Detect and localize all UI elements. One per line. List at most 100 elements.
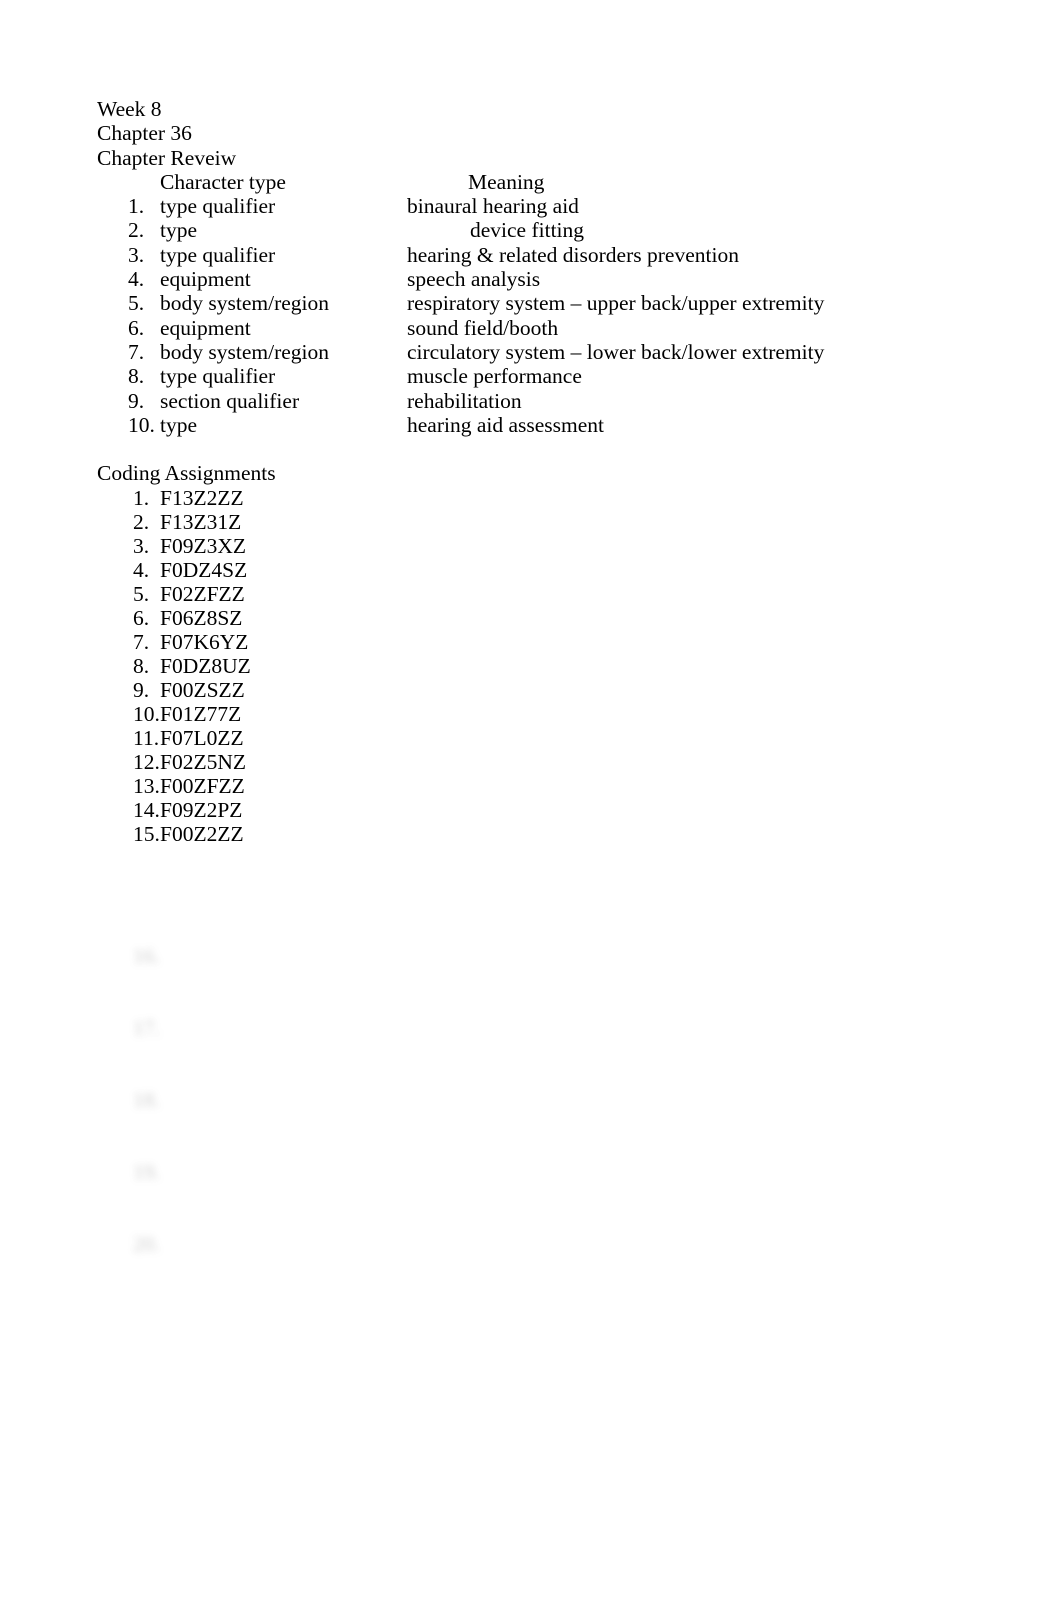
review-row-meaning: device fitting	[470, 218, 585, 243]
coding-item-code: F01Z77Z	[160, 701, 242, 726]
review-row-number: 3.	[128, 242, 145, 267]
review-row-number: 8.	[128, 364, 145, 389]
coding-item-number: 11.	[133, 725, 160, 750]
obscured-line	[97, 1384, 119, 1408]
review-row-meaning: binaural hearing aid	[407, 194, 579, 219]
review-row-character-type: body system/region	[160, 291, 329, 316]
heading-chapter-review: Chapter Reveiw	[97, 145, 237, 170]
review-row: 10. type hearing aid assessment	[97, 413, 977, 437]
coding-item-number: 8.	[133, 653, 150, 678]
coding-item-number: 7.	[133, 629, 150, 654]
coding-list-item: 14. F09Z2PZ	[97, 798, 977, 822]
review-row-number: 6.	[128, 315, 145, 340]
coding-item-code: F02Z5NZ	[160, 749, 246, 774]
review-row-meaning: muscle performance	[407, 364, 582, 389]
heading-week: Week 8	[97, 97, 162, 121]
review-table-header: Character type Meaning	[97, 170, 977, 194]
document-page: Week 8 Chapter 36 Chapter Reveiw Charact…	[0, 0, 1062, 1377]
coding-list-item: 13. F00ZFZZ	[97, 774, 977, 798]
coding-list-item: 4. F0DZ4SZ	[97, 558, 977, 582]
review-row: 1. type qualifier binaural hearing aid	[97, 194, 977, 218]
review-row: 6. equipment sound field/booth	[97, 316, 977, 340]
obscured-line	[97, 1456, 119, 1480]
obscured-line	[97, 1033, 119, 1057]
coding-item-code: F07L0ZZ	[160, 725, 244, 750]
obscured-item-number: 20.	[133, 1232, 160, 1256]
review-row-meaning: hearing & related disorders prevention	[407, 242, 739, 267]
coding-item-number: 3.	[133, 533, 150, 558]
coding-item-number: 9.	[133, 677, 150, 702]
coding-item-code: F00Z2ZZ	[160, 821, 244, 846]
review-row-meaning: circulatory system – lower back/lower ex…	[407, 339, 825, 364]
obscured-content-block-tail	[97, 1120, 119, 1600]
coding-list-item: 10. F01Z77Z	[97, 702, 977, 726]
coding-list-item: 3. F09Z3XZ	[97, 534, 977, 558]
coding-item-number: 10.	[133, 701, 160, 726]
review-row-character-type: section qualifier	[160, 388, 300, 413]
review-row: 8. type qualifier muscle performance	[97, 364, 977, 388]
coding-item-code: F09Z2PZ	[160, 797, 243, 822]
coding-item-number: 14.	[133, 797, 160, 822]
review-row-number: 4.	[128, 267, 145, 292]
coding-item-code: F07K6YZ	[160, 629, 249, 654]
coding-item-number: 13.	[133, 773, 160, 798]
obscured-item-number: 19.	[133, 1160, 160, 1184]
review-row-character-type: equipment	[160, 267, 251, 292]
obscured-line	[97, 1240, 119, 1264]
review-row-number: 1.	[128, 194, 145, 219]
coding-list-item: 11. F07L0ZZ	[97, 726, 977, 750]
coding-list-item: 6. F06Z8SZ	[97, 606, 977, 630]
review-row-meaning: hearing aid assessment	[407, 412, 605, 437]
coding-list-item: 15. F00Z2ZZ	[97, 822, 977, 846]
coding-item-number: 5.	[133, 581, 150, 606]
coding-item-code: F13Z2ZZ	[160, 485, 244, 510]
coding-list-item: 5. F02ZFZZ	[97, 582, 977, 606]
review-row-meaning: speech analysis	[407, 267, 541, 292]
obscured-line	[97, 1528, 119, 1552]
obscured-item-number: 17.	[133, 1016, 160, 1040]
coding-item-number: 2.	[133, 509, 150, 534]
review-row-meaning: respiratory system – upper back/upper ex…	[407, 291, 825, 316]
review-row: 3. type qualifier hearing & related diso…	[97, 243, 977, 267]
coding-item-code: F02ZFZZ	[160, 581, 245, 606]
review-row: 5. body system/region respiratory system…	[97, 291, 977, 315]
review-row-character-type: type	[160, 218, 198, 243]
coding-list-item: 9. F00ZSZZ	[97, 678, 977, 702]
coding-item-code: F0DZ8UZ	[160, 653, 251, 678]
review-row-number: 9.	[128, 388, 145, 413]
review-row-number: 5.	[128, 291, 145, 316]
coding-item-code: F09Z3XZ	[160, 533, 246, 558]
coding-list-item: 8. F0DZ8UZ	[97, 654, 977, 678]
review-row-meaning: rehabilitation	[407, 388, 522, 413]
coding-list-item: 2. F13Z31Z	[97, 510, 977, 534]
review-row: 2. type device fitting	[97, 218, 977, 242]
obscured-line	[97, 1312, 119, 1336]
obscured-item-number: 16.	[133, 944, 160, 968]
coding-list-item: 1. F13Z2ZZ	[97, 486, 977, 510]
review-row-character-type: type qualifier	[160, 242, 276, 267]
review-row-number: 10.	[128, 412, 155, 437]
coding-item-number: 6.	[133, 605, 150, 630]
review-list: 1. type qualifier binaural hearing aid 2…	[97, 194, 977, 437]
coding-item-number: 1.	[133, 485, 150, 510]
section-title-coding-assignments: Coding Assignments	[97, 461, 276, 486]
review-row-character-type: type qualifier	[160, 194, 276, 219]
column-header-meaning: Meaning	[468, 169, 545, 194]
coding-item-code: F06Z8SZ	[160, 605, 243, 630]
review-row-meaning: sound field/booth	[407, 315, 559, 340]
review-row-number: 7.	[128, 339, 145, 364]
coding-list-item: 7. F07K6YZ	[97, 630, 977, 654]
coding-item-code: F00ZFZZ	[160, 773, 245, 798]
coding-assignments-list: 1. F13Z2ZZ 2. F13Z31Z 3. F09Z3XZ 4. F0DZ…	[97, 486, 977, 846]
coding-item-number: 12.	[133, 749, 160, 774]
review-row-number: 2.	[128, 218, 145, 243]
coding-item-number: 15.	[133, 821, 160, 846]
column-header-character-type: Character type	[160, 169, 286, 194]
review-row-character-type: equipment	[160, 315, 251, 340]
coding-item-code: F00ZSZZ	[160, 677, 245, 702]
review-row: 4. equipment speech analysis	[97, 267, 977, 291]
coding-item-code: F13Z31Z	[160, 509, 242, 534]
coding-list-item: 12. F02Z5NZ	[97, 750, 977, 774]
review-row-character-type: type	[160, 412, 198, 437]
